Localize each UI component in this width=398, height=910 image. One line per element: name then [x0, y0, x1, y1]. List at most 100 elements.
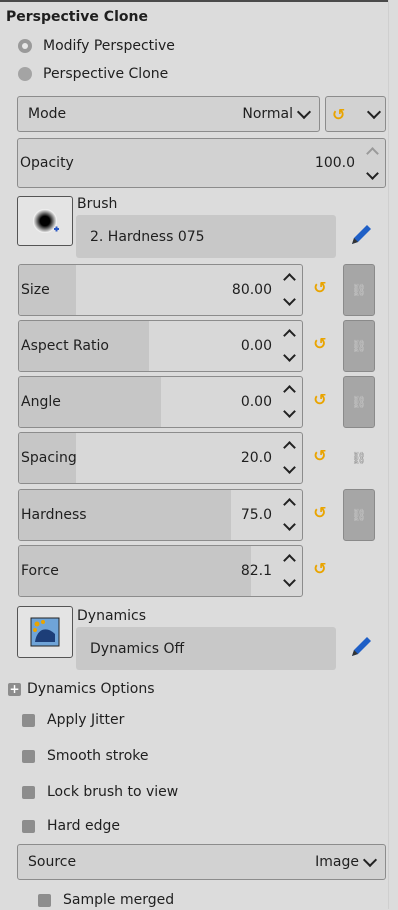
slider-hardness[interactable]: Hardness 75.0	[18, 489, 303, 541]
checkbox-icon	[38, 893, 51, 907]
chevron-down-icon[interactable]	[366, 167, 379, 180]
chevron-up-icon[interactable]	[366, 147, 379, 160]
pencil-icon[interactable]	[348, 634, 374, 660]
radio-label: Modify Perspective	[43, 38, 175, 54]
pencil-icon[interactable]	[348, 222, 374, 248]
chevron-up-icon[interactable]	[283, 498, 296, 511]
chevron-down-icon[interactable]	[283, 461, 296, 474]
top-border	[0, 0, 398, 2]
chevron-down-icon[interactable]	[283, 405, 296, 418]
mode-reset-menu[interactable]: ↺	[325, 96, 386, 132]
mode-value: Normal	[242, 106, 293, 122]
dynamics-header: Dynamics	[77, 608, 147, 624]
brush-preview-icon	[33, 209, 59, 233]
checkbox-lock-brush-to-view[interactable]: Lock brush to view	[22, 782, 178, 802]
radio-perspective-clone[interactable]: Perspective Clone	[18, 64, 168, 84]
chain-link-icon[interactable]: ⛓	[343, 489, 375, 541]
opacity-arrows[interactable]	[365, 145, 381, 185]
opacity-spinner[interactable]: Opacity 100.0	[17, 138, 386, 188]
checkbox-sample-merged[interactable]: Sample merged	[38, 890, 174, 910]
expand-plus-icon: +	[8, 681, 21, 696]
chevron-down-icon[interactable]	[283, 293, 296, 306]
reset-icon[interactable]: ↺	[308, 390, 332, 409]
dynamics-options-expander[interactable]: + Dynamics Options	[8, 679, 155, 699]
checkbox-label: Apply Jitter	[47, 712, 125, 728]
brush-select-button[interactable]	[17, 196, 73, 246]
slider-arrows[interactable]	[282, 383, 298, 423]
chain-link-icon[interactable]: ⛓	[343, 376, 375, 428]
source-value: Image	[315, 854, 359, 870]
slider-label: Force	[21, 563, 59, 579]
chain-link-icon[interactable]: ⛓	[343, 432, 375, 484]
dynamics-name: Dynamics Off	[90, 640, 185, 657]
dynamics-preview-icon	[30, 617, 60, 647]
chevron-up-icon[interactable]	[283, 385, 296, 398]
checkbox-label: Sample merged	[63, 892, 175, 908]
chevron-up-icon[interactable]	[283, 554, 296, 567]
reset-icon[interactable]: ↺	[308, 446, 332, 465]
source-label: Source	[28, 854, 77, 870]
radio-unselected-icon	[18, 67, 32, 81]
slider-value: 80.00	[231, 282, 272, 298]
radio-selected-icon	[18, 39, 32, 53]
slider-aspect-ratio[interactable]: Aspect Ratio 0.00	[18, 320, 303, 372]
slider-force[interactable]: Force 82.1	[18, 545, 303, 597]
chain-link-icon[interactable]: ⛓	[343, 320, 375, 372]
opacity-label: Opacity	[20, 155, 74, 171]
slider-arrows[interactable]	[282, 496, 298, 536]
reset-icon[interactable]: ↺	[308, 278, 332, 297]
chevron-up-icon[interactable]	[283, 441, 296, 454]
brush-header: Brush	[77, 196, 118, 212]
slider-arrows[interactable]	[282, 439, 298, 479]
checkbox-icon	[22, 819, 35, 833]
scrollbar[interactable]	[388, 0, 398, 909]
opacity-value: 100.0	[314, 155, 355, 171]
chevron-down-icon	[296, 104, 312, 119]
brush-name-field[interactable]: 2. Hardness 075	[76, 215, 336, 258]
checkbox-icon	[22, 785, 35, 799]
checkbox-icon	[22, 713, 35, 727]
chevron-down-icon	[362, 852, 378, 867]
slider-value: 82.1	[240, 563, 272, 579]
slider-value: 0.00	[240, 394, 272, 410]
reset-icon[interactable]: ↺	[308, 334, 332, 353]
slider-value: 75.0	[240, 507, 272, 523]
checkbox-label: Smooth stroke	[47, 748, 149, 764]
chevron-down-icon[interactable]	[283, 518, 296, 531]
chevron-up-icon[interactable]	[283, 273, 296, 286]
radio-modify-perspective[interactable]: Modify Perspective	[18, 36, 175, 56]
reset-icon[interactable]: ↺	[308, 559, 332, 578]
checkbox-smooth-stroke[interactable]: Smooth stroke	[22, 746, 149, 766]
brush-name: 2. Hardness 075	[90, 228, 205, 245]
checkbox-apply-jitter[interactable]: Apply Jitter	[22, 710, 124, 730]
slider-angle[interactable]: Angle 0.00	[18, 376, 303, 428]
checkbox-icon	[22, 749, 35, 763]
radio-label: Perspective Clone	[43, 66, 169, 82]
slider-size[interactable]: Size 80.00	[18, 264, 303, 316]
chevron-down-icon[interactable]	[283, 349, 296, 362]
chevron-up-icon[interactable]	[283, 329, 296, 342]
slider-arrows[interactable]	[282, 271, 298, 311]
slider-label: Hardness	[21, 507, 87, 523]
chevron-down-icon[interactable]	[283, 574, 296, 587]
dynamics-select-button[interactable]	[17, 606, 73, 658]
slider-arrows[interactable]	[282, 327, 298, 367]
slider-label: Aspect Ratio	[21, 338, 109, 354]
mode-combo[interactable]: Mode Normal	[17, 96, 320, 132]
source-combo[interactable]: Source Image	[17, 844, 386, 880]
slider-label: Angle	[21, 394, 61, 410]
checkbox-hard-edge[interactable]: Hard edge	[22, 816, 120, 836]
mode-label: Mode	[28, 106, 67, 122]
checkbox-label: Lock brush to view	[47, 784, 179, 800]
slider-arrows[interactable]	[282, 552, 298, 592]
slider-spacing[interactable]: Spacing 20.0	[18, 432, 303, 484]
chain-link-icon[interactable]: ⛓	[343, 264, 375, 316]
reset-icon: ↺	[332, 104, 346, 124]
slider-label: Spacing	[21, 450, 77, 466]
slider-value: 20.0	[240, 450, 272, 466]
dynamics-options-label: Dynamics Options	[27, 681, 155, 697]
dynamics-name-field[interactable]: Dynamics Off	[76, 627, 336, 670]
checkbox-label: Hard edge	[47, 818, 120, 834]
reset-icon[interactable]: ↺	[308, 503, 332, 522]
tool-title: Perspective Clone	[6, 9, 148, 25]
